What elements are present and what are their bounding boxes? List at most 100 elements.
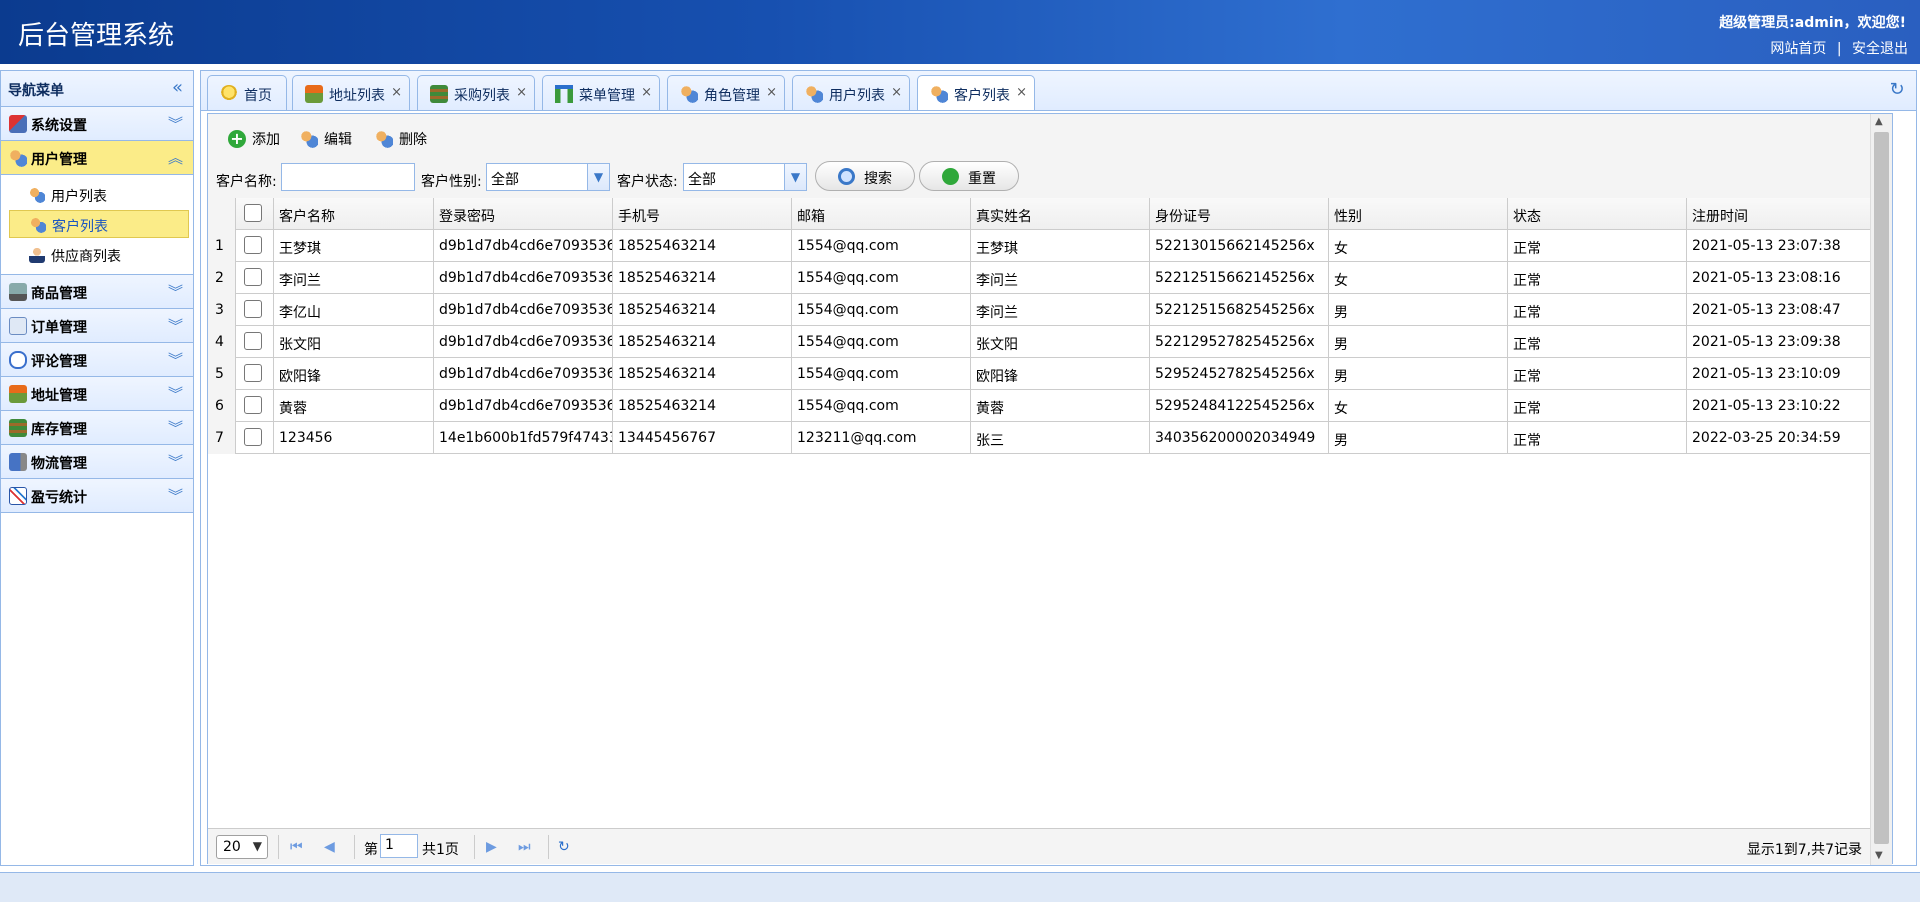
row-checkbox[interactable] [244,332,262,350]
nav-group-system-settings[interactable]: 系统设置 ︾ [1,107,193,141]
scroll-down-icon[interactable]: ▼ [1875,850,1883,861]
table-row[interactable]: 4张文阳d9b1d7db4cd6e70935368a1efb10e3771852… [208,326,1876,358]
row-checkbox[interactable] [244,364,262,382]
table-cell: 52212515662145256x [1150,262,1329,294]
column-header[interactable]: 身份证号 [1150,198,1329,230]
tab-address-list[interactable]: 地址列表 × [292,75,410,111]
row-checkbox[interactable] [244,396,262,414]
add-button[interactable]: + 添加 [216,124,284,152]
row-number: 1 [208,230,236,262]
scroll-up-icon[interactable]: ▲ [1875,116,1883,127]
close-icon[interactable]: × [891,85,902,100]
next-page-icon[interactable]: ▶ [486,839,497,855]
row-checkbox[interactable] [244,300,262,318]
customer-name-input[interactable] [281,163,415,191]
close-icon[interactable]: × [516,85,527,100]
sidebar-item-user-list[interactable]: 用户列表 [9,181,189,209]
page-size-value: 20 [223,839,241,855]
column-header[interactable]: 真实姓名 [971,198,1150,230]
nav-group-order-management[interactable]: 订单管理 ︾ [1,309,193,343]
page-size-select[interactable]: 20 ▼ [216,835,268,859]
refresh-tabs-icon[interactable]: ↻ [1886,79,1908,101]
table-cell: 王梦琪 [971,230,1150,262]
table-cell: 李问兰 [274,262,434,294]
row-select-cell [236,390,274,422]
table-cell: 男 [1329,358,1508,390]
column-header[interactable]: 性别 [1329,198,1508,230]
tab-purchase-list[interactable]: 采购列表 × [417,75,535,111]
column-header[interactable]: 状态 [1508,198,1687,230]
tab-user-list[interactable]: 用户列表 × [792,75,910,111]
table-cell: 18525463214 [613,358,792,390]
table-row[interactable]: 1王梦琪d9b1d7db4cd6e70935368a1efb10e3771852… [208,230,1876,262]
refresh-icon[interactable]: ↻ [558,839,570,855]
row-checkbox[interactable] [244,428,262,446]
sidebar-item-label: 供应商列表 [51,249,121,265]
table-row[interactable]: 3 李亿山d9b1d7db4cd6e70935368a1efb10e3771852… [208,294,1876,326]
tab-role-management[interactable]: 角色管理 × [667,75,785,111]
collapse-sidebar-icon[interactable]: « [172,77,183,98]
nav-group-logistics-management[interactable]: 物流管理 ︾ [1,445,193,479]
close-icon[interactable]: × [1016,85,1027,100]
prev-page-icon[interactable]: ◀ [324,839,335,855]
table-row[interactable]: 712345614e1b600b1fd579f47433b88e8d852911… [208,422,1876,454]
table-row[interactable]: 2李问兰d9b1d7db4cd6e70935368a1efb10e3771852… [208,262,1876,294]
select-all-checkbox[interactable] [244,204,262,222]
nav-group-user-management[interactable]: 用户管理 ︽ [1,141,193,175]
customer-gender-select[interactable]: 全部 ▼ [486,163,610,191]
table-cell: 正常 [1508,230,1687,262]
tab-label: 菜单管理 [579,88,635,104]
last-page-icon[interactable]: ⏭ [518,839,531,855]
chevron-down-icon: ︾ [167,385,183,403]
table-row[interactable]: 5欧阳锋d9b1d7db4cd6e70935368a1efb10e3771852… [208,358,1876,390]
first-page-icon[interactable]: ⏮ [290,839,303,855]
column-header[interactable]: 手机号 [613,198,792,230]
table-row[interactable]: 6黄蓉d9b1d7db4cd6e70935368a1efb10e37718525… [208,390,1876,422]
nav-group-address-management[interactable]: 地址管理 ︾ [1,377,193,411]
column-header[interactable]: 邮箱 [792,198,971,230]
site-home-link[interactable]: 网站首页 [1770,41,1826,57]
person-icon [29,247,45,263]
logout-link[interactable]: 安全退出 [1852,41,1908,57]
column-header[interactable]: 登录密码 [434,198,613,230]
page-number-input[interactable]: 1 [380,834,418,858]
table-cell: 张文阳 [971,326,1150,358]
table-cell: 男 [1329,326,1508,358]
link-separator: | [1836,41,1842,57]
nav-group-product-management[interactable]: 商品管理 ︾ [1,275,193,309]
sidebar: 导航菜单 « 系统设置 ︾ 用户管理 ︽ 用户列表 客户列表 供应商列表 商品管… [0,70,194,866]
chevron-down-icon: ︾ [167,419,183,437]
close-icon[interactable]: × [391,85,402,100]
edit-button[interactable]: 编辑 [288,124,358,152]
tab-menu-management[interactable]: 菜单管理 × [542,75,660,111]
sidebar-item-supplier-list[interactable]: 供应商列表 [9,241,189,269]
table-cell: 18525463214 [613,262,792,294]
sidebar-item-customer-list[interactable]: 客户列表 [9,210,189,238]
vertical-scrollbar[interactable]: ▲ ▼ [1870,114,1892,865]
nav-group-inventory-management[interactable]: 库存管理 ︾ [1,411,193,445]
table-cell: 52213015662145256x [1150,230,1329,262]
delete-user-icon [375,130,393,148]
tab-customer-list[interactable]: 客户列表 × [917,75,1035,112]
nav-group-comment-management[interactable]: 评论管理 ︾ [1,343,193,377]
search-button[interactable]: 搜索 [815,161,915,191]
tab-home[interactable]: 首页 [207,75,287,111]
close-icon[interactable]: × [766,85,777,100]
close-icon[interactable]: × [641,85,652,100]
sidebar-item-label: 客户列表 [52,219,108,235]
column-header[interactable]: 客户名称 [274,198,434,230]
table-cell: d9b1d7db4cd6e70935368a1efb10e377 [434,294,613,326]
nav-group-profit-statistics[interactable]: 盈亏统计 ︾ [1,479,193,513]
customer-status-select[interactable]: 全部 ▼ [683,163,807,191]
reset-button[interactable]: 重置 [919,161,1019,191]
row-checkbox[interactable] [244,236,262,254]
scroll-thumb[interactable] [1874,132,1889,844]
table-cell: 2021-05-13 23:09:38 [1687,326,1871,358]
app-header: 后台管理系统 超级管理员:admin，欢迎您! 网站首页 | 安全退出 [0,0,1920,64]
column-header[interactable]: 注册时间 [1687,198,1871,230]
nav-group-label: 系统设置 [31,118,87,134]
row-checkbox[interactable] [244,268,262,286]
chevron-down-icon: ︾ [167,351,183,369]
row-number: 4 [208,326,236,358]
delete-button[interactable]: 删除 [363,124,433,152]
